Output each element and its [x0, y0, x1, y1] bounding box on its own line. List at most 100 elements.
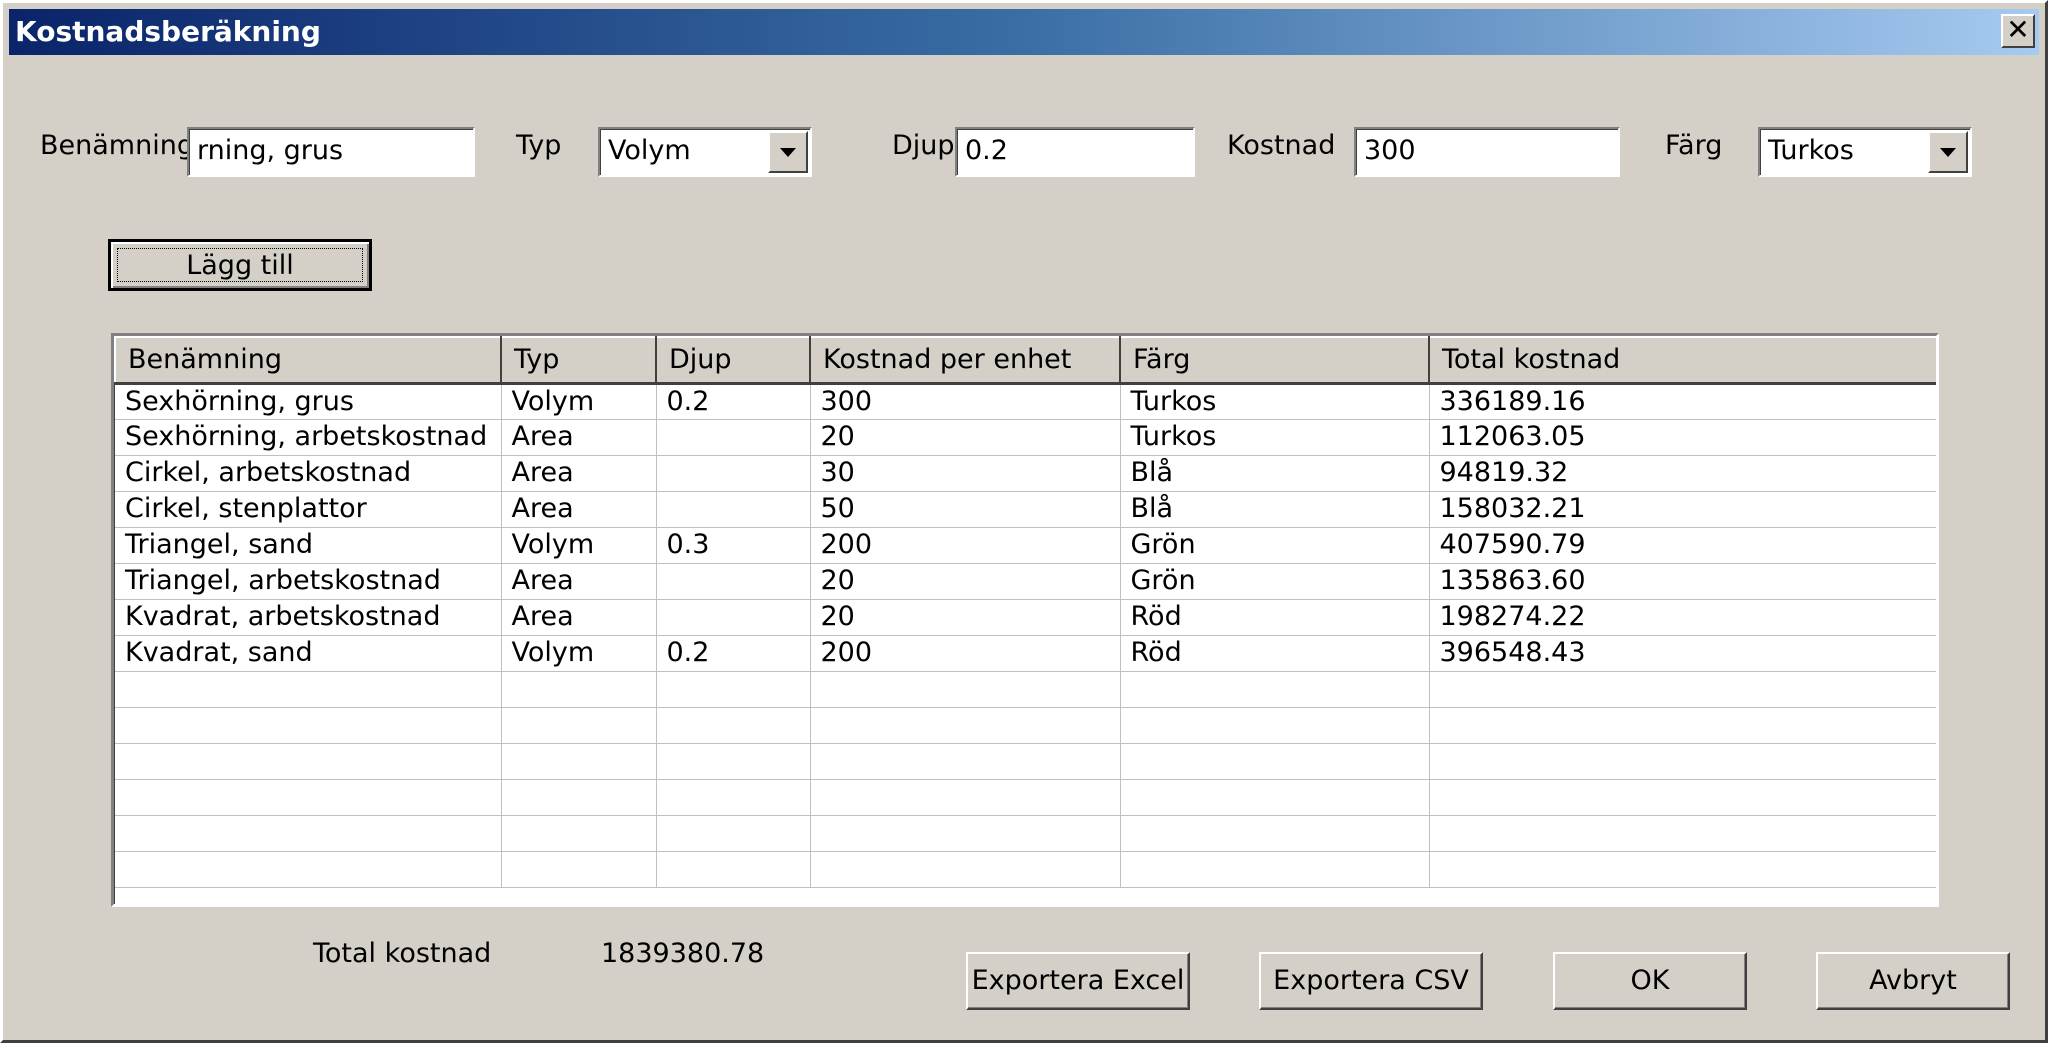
table-row[interactable]: Kvadrat, sand Volym 0.2 200 Röd 396548.43: [115, 635, 1936, 672]
cell-total-cost: 198274.22: [1429, 599, 1936, 636]
table-row[interactable]: Cirkel, stenplattor Area 50 Blå 158032.21: [115, 491, 1936, 528]
column-header-color[interactable]: Färg: [1119, 336, 1430, 385]
column-header-unit-cost[interactable]: Kostnad per enhet: [809, 336, 1121, 385]
table-row-empty[interactable]: [115, 815, 1936, 852]
depth-label: Djup: [892, 130, 955, 161]
add-button-focus: Lägg till: [117, 248, 363, 282]
cell-unit-cost: [810, 779, 1121, 816]
table-row[interactable]: Sexhörning, arbetskostnad Area 20 Turkos 112…: [115, 419, 1936, 456]
close-icon: ✕: [2006, 13, 2030, 46]
cell-depth: [656, 779, 811, 816]
color-select-arrow[interactable]: [1928, 131, 1968, 173]
export-excel-button[interactable]: Exportera Excel: [966, 952, 1190, 1010]
cell-name: [115, 743, 502, 780]
cell-total-cost: [1429, 851, 1936, 888]
cell-total-cost: [1429, 779, 1936, 816]
type-select-arrow[interactable]: [768, 131, 808, 173]
table-row[interactable]: Triangel, arbetskostnad Area 20 Grön 135863.…: [115, 563, 1936, 600]
cell-name: Cirkel, arbetskostnad: [115, 455, 502, 492]
table-row-empty[interactable]: [115, 851, 1936, 888]
cell-total-cost: 396548.43: [1429, 635, 1936, 672]
cell-type: Area: [501, 455, 657, 492]
table-body: Sexhörning, grus Volym 0.2 300 Turkos 336189.…: [115, 383, 1936, 888]
cell-depth: [656, 743, 811, 780]
cell-type: Volym: [501, 383, 657, 420]
table-row-empty[interactable]: [115, 671, 1936, 708]
cell-depth: [656, 455, 811, 492]
cell-depth: [656, 815, 811, 852]
cell-total-cost: [1429, 743, 1936, 780]
add-button[interactable]: Lägg till: [108, 239, 372, 291]
ok-button[interactable]: OK: [1553, 952, 1747, 1010]
cell-name: [115, 851, 502, 888]
cell-type: [501, 671, 657, 708]
cell-type: [501, 851, 657, 888]
color-select[interactable]: Turkos: [1758, 127, 1972, 177]
cell-name: Sexhörning, grus: [115, 383, 502, 420]
table-row[interactable]: Kvadrat, arbetskostnad Area 20 Röd 198274.22: [115, 599, 1936, 636]
table-row-empty[interactable]: [115, 779, 1936, 816]
dialog-window: Kostnadsberäkning ✕ Benämning rning, gru…: [0, 0, 2048, 1043]
cell-type: Area: [501, 491, 657, 528]
cell-unit-cost: [810, 671, 1121, 708]
type-label: Typ: [516, 130, 562, 161]
cell-color: [1120, 779, 1430, 816]
cell-name: [115, 671, 502, 708]
cell-depth: [656, 419, 811, 456]
cell-depth: 0.2: [656, 383, 811, 420]
cell-unit-cost: 300: [810, 383, 1121, 420]
column-header-depth[interactable]: Djup: [655, 336, 811, 385]
cell-color: Blå: [1120, 455, 1430, 492]
table-row-empty[interactable]: [115, 707, 1936, 744]
total-cost-label: Total kostnad: [313, 938, 492, 969]
column-header-name[interactable]: Benämning: [114, 336, 502, 385]
cell-type: [501, 779, 657, 816]
cost-table[interactable]: Benämning Typ Djup Kostnad per enhet Fär…: [111, 333, 1939, 907]
type-select[interactable]: Volym: [598, 127, 812, 177]
cell-depth: 0.3: [656, 527, 811, 564]
cost-input[interactable]: 300: [1354, 127, 1620, 177]
cell-depth: [656, 671, 811, 708]
name-input[interactable]: rning, grus: [187, 127, 475, 177]
cell-unit-cost: [810, 851, 1121, 888]
cell-depth: [656, 491, 811, 528]
cancel-button[interactable]: Avbryt: [1816, 952, 2010, 1010]
title-bar[interactable]: Kostnadsberäkning ✕: [9, 9, 2039, 55]
table-row-empty[interactable]: [115, 743, 1936, 780]
export-csv-button[interactable]: Exportera CSV: [1259, 952, 1483, 1010]
table-row[interactable]: Sexhörning, grus Volym 0.2 300 Turkos 336189.…: [115, 383, 1936, 420]
export-csv-label: Exportera CSV: [1273, 965, 1469, 996]
column-header-type[interactable]: Typ: [500, 336, 657, 385]
cell-unit-cost: [810, 815, 1121, 852]
cell-name: [115, 779, 502, 816]
cost-table-grid: Benämning Typ Djup Kostnad per enhet Fär…: [114, 336, 1936, 888]
cell-type: Area: [501, 599, 657, 636]
depth-input[interactable]: 0.2: [955, 127, 1195, 177]
table-row[interactable]: Triangel, sand Volym 0.3 200 Grön 407590.79: [115, 527, 1936, 564]
cell-type: [501, 743, 657, 780]
ok-label: OK: [1630, 965, 1670, 996]
close-button[interactable]: ✕: [2001, 14, 2035, 48]
add-button-label: Lägg till: [186, 249, 294, 281]
cell-unit-cost: [810, 743, 1121, 780]
color-label: Färg: [1665, 130, 1723, 161]
cell-name: [115, 707, 502, 744]
table-header-row: Benämning Typ Djup Kostnad per enhet Fär…: [114, 336, 1936, 385]
cell-name: Cirkel, stenplattor: [115, 491, 502, 528]
chevron-down-icon: [1940, 147, 1956, 157]
cell-name: Kvadrat, sand: [115, 635, 502, 672]
name-label: Benämning: [40, 130, 194, 161]
cell-depth: [656, 707, 811, 744]
cell-total-cost: [1429, 815, 1936, 852]
cell-color: Röd: [1120, 599, 1430, 636]
cost-label: Kostnad: [1227, 130, 1336, 161]
cell-total-cost: [1429, 671, 1936, 708]
cell-type: [501, 815, 657, 852]
cell-color: Turkos: [1120, 419, 1430, 456]
table-row[interactable]: Cirkel, arbetskostnad Area 30 Blå 94819.32: [115, 455, 1936, 492]
cell-unit-cost: 200: [810, 635, 1121, 672]
column-header-total-cost[interactable]: Total kostnad: [1428, 336, 1936, 385]
cell-name: Kvadrat, arbetskostnad: [115, 599, 502, 636]
cell-type: Volym: [501, 635, 657, 672]
cell-type: Volym: [501, 527, 657, 564]
